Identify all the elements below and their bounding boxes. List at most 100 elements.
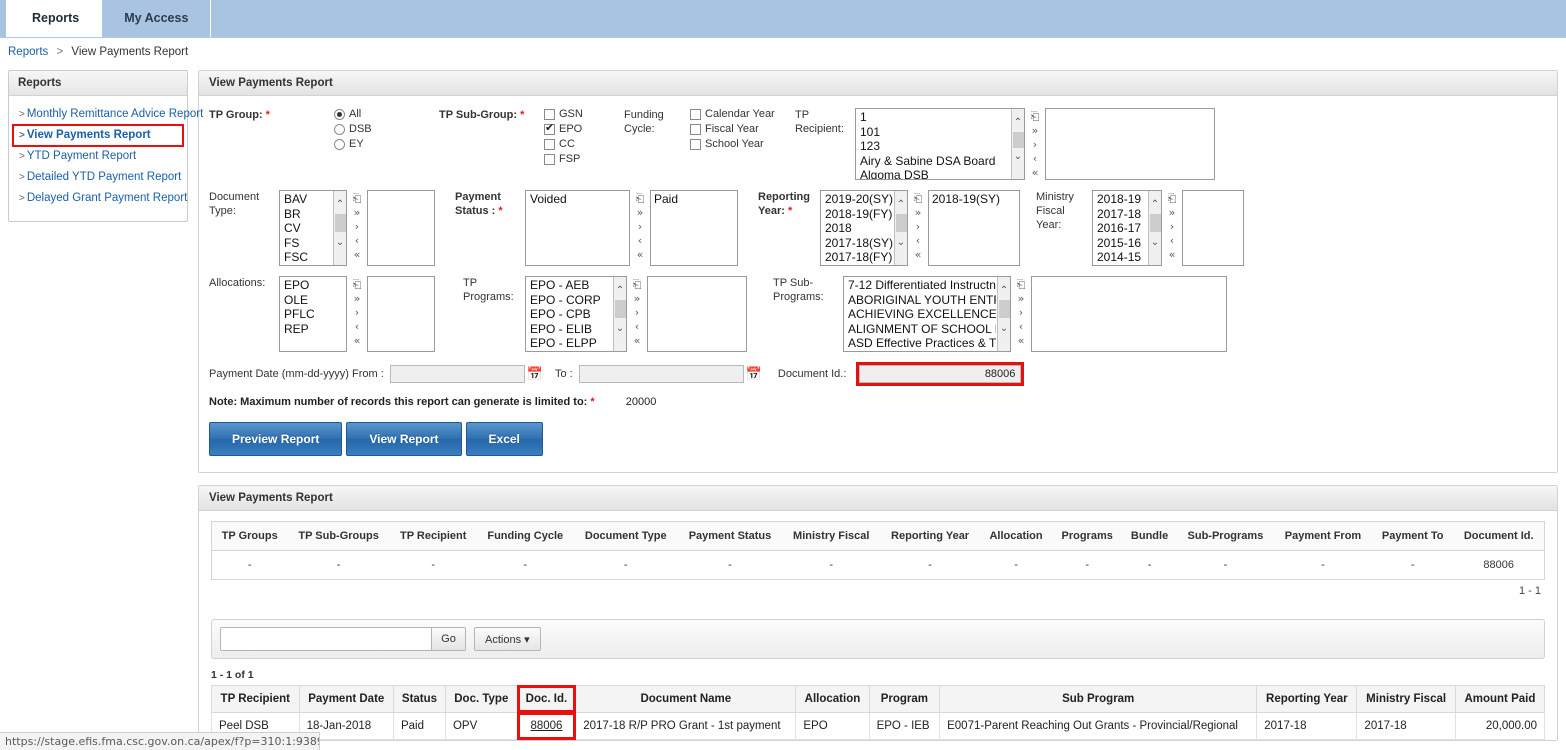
move-right-icon[interactable]: › (629, 306, 645, 319)
vertical-scrollbar[interactable]: ⌃ ⌄ (997, 277, 1010, 351)
reporting-year-available-list[interactable]: 2019-20(SY) 2018-19(FY) 2018 2017-18(SY)… (820, 190, 908, 266)
move-right-icon[interactable]: › (1027, 138, 1043, 151)
list-item[interactable]: EPO - CPB (528, 307, 612, 322)
scrollbar-thumb[interactable] (999, 300, 1010, 318)
list-item[interactable]: 2019-20(SY) (823, 192, 893, 207)
column-header-allocation[interactable]: Allocation (796, 686, 869, 713)
reset-icon[interactable]: ⎗ (1027, 110, 1043, 123)
tp-recipient-selected-list[interactable] (1045, 108, 1215, 180)
preview-report-button[interactable]: Preview Report (209, 422, 342, 456)
funding-cycle-option-fiscal-year[interactable]: Fiscal Year (690, 123, 795, 135)
scrollbar-thumb[interactable] (1013, 132, 1024, 148)
actions-button[interactable]: Actions ▾ (474, 627, 541, 651)
move-left-icon[interactable]: ‹ (349, 320, 365, 333)
list-item[interactable]: 2017-18(FY) (823, 250, 893, 265)
move-right-icon[interactable]: › (1013, 306, 1029, 319)
column-header-ministry-fiscal[interactable]: Ministry Fiscal (1357, 686, 1455, 713)
column-header-doc-id[interactable]: Doc. Id. (517, 686, 576, 713)
vertical-scrollbar[interactable]: ⌃ ⌄ (1011, 109, 1024, 179)
move-right-icon[interactable]: › (349, 306, 365, 319)
document-type-selected-list[interactable] (367, 190, 435, 266)
scroll-up-arrow-icon[interactable]: ⌃ (616, 285, 624, 297)
move-all-left-icon[interactable]: « (349, 334, 365, 347)
scroll-down-arrow-icon[interactable]: ⌄ (336, 237, 344, 249)
list-item[interactable]: Airy & Sabine DSA Board (858, 154, 1010, 169)
list-item[interactable]: 2016-17 (1095, 221, 1147, 236)
list-item[interactable]: ASD Effective Practices & Trai (846, 336, 996, 351)
column-header-reporting-year[interactable]: Reporting Year (1257, 686, 1357, 713)
scroll-down-arrow-icon[interactable]: ⌄ (1014, 151, 1022, 163)
scroll-down-arrow-icon[interactable]: ⌄ (1000, 323, 1008, 335)
go-button[interactable]: Go (431, 628, 465, 650)
list-item[interactable]: ABORIGINAL YOUTH ENTRE (846, 293, 996, 308)
reset-icon[interactable]: ⎗ (629, 278, 645, 291)
scroll-up-arrow-icon[interactable]: ⌃ (1014, 117, 1022, 129)
tp-sub-group-option-cc[interactable]: CC (544, 138, 624, 150)
column-header-tp-recipient[interactable]: TP Recipient (212, 686, 300, 713)
column-header-doc-type[interactable]: Doc. Type (445, 686, 517, 713)
reset-icon[interactable]: ⎗ (1164, 192, 1180, 205)
list-item[interactable]: 2017 (823, 265, 893, 267)
list-item[interactable]: REP (282, 322, 346, 337)
scroll-up-arrow-icon[interactable]: ⌃ (897, 199, 905, 211)
vertical-scrollbar[interactable]: ⌃ ⌄ (333, 191, 346, 265)
list-item[interactable]: PFLC (282, 307, 346, 322)
reset-icon[interactable]: ⎗ (349, 278, 365, 291)
move-all-left-icon[interactable]: « (910, 248, 926, 261)
list-item[interactable]: 2017-18 (1095, 207, 1147, 222)
funding-cycle-option-calendar-year[interactable]: Calendar Year (690, 108, 795, 120)
sidebar-item-monthly-remittance-advice-report[interactable]: >Monthly Remittance Advice Report (13, 104, 183, 125)
list-item[interactable]: 2018-19(SY) (932, 192, 1016, 207)
move-all-right-icon[interactable]: » (1164, 206, 1180, 219)
column-header-program[interactable]: Program (869, 686, 940, 713)
tp-sub-programs-selected-list[interactable] (1031, 276, 1227, 352)
list-item[interactable]: 1 (858, 110, 1010, 125)
list-item[interactable]: 123 (858, 139, 1010, 154)
move-all-left-icon[interactable]: « (632, 248, 648, 261)
move-all-right-icon[interactable]: » (632, 206, 648, 219)
move-all-left-icon[interactable]: « (1027, 166, 1043, 179)
move-all-right-icon[interactable]: » (1013, 292, 1029, 305)
list-item[interactable]: OLE (282, 293, 346, 308)
move-right-icon[interactable]: › (910, 220, 926, 233)
tp-sub-group-option-gsn[interactable]: GSN (544, 108, 624, 120)
move-left-icon[interactable]: ‹ (632, 234, 648, 247)
list-item[interactable]: 2015-16 (1095, 236, 1147, 251)
move-all-left-icon[interactable]: « (1164, 248, 1180, 261)
reporting-year-selected-list[interactable]: 2018-19(SY) (928, 190, 1020, 266)
sidebar-item-delayed-grant-payment-report[interactable]: >Delayed Grant Payment Report (13, 188, 183, 209)
scrollbar-thumb[interactable] (615, 300, 626, 318)
payment-status-available-list[interactable]: Voided (525, 190, 630, 266)
column-header-amount-paid[interactable]: Amount Paid (1455, 686, 1544, 713)
tp-sub-group-option-fsp[interactable]: FSP (544, 153, 624, 165)
document-id-input[interactable]: 88006 (859, 365, 1021, 383)
calendar-icon[interactable]: 📅 (746, 366, 762, 382)
move-all-left-icon[interactable]: « (1013, 334, 1029, 347)
tp-recipient-available-list[interactable]: 1 101 123 Airy & Sabine DSA Board Algoma… (855, 108, 1025, 180)
move-left-icon[interactable]: ‹ (1027, 152, 1043, 165)
search-input[interactable] (221, 628, 431, 650)
funding-cycle-option-school-year[interactable]: School Year (690, 138, 795, 150)
scrollbar-thumb[interactable] (896, 214, 907, 232)
tp-sub-programs-available-list[interactable]: 7-12 Differentiated Instructn ABORIGINAL… (843, 276, 1011, 352)
ministry-fiscal-year-available-list[interactable]: 2018-19 2017-18 2016-17 2015-16 2014-15 … (1092, 190, 1162, 266)
list-item[interactable]: 2013-14 (1095, 265, 1147, 267)
scroll-up-arrow-icon[interactable]: ⌃ (1151, 199, 1159, 211)
sidebar-item-detailed-ytd-payment-report[interactable]: >Detailed YTD Payment Report (13, 167, 183, 188)
scroll-down-arrow-icon[interactable]: ⌄ (897, 237, 905, 249)
tab-reports[interactable]: Reports (10, 0, 102, 37)
scroll-down-arrow-icon[interactable]: ⌄ (1151, 237, 1159, 249)
move-all-right-icon[interactable]: » (629, 292, 645, 305)
move-left-icon[interactable]: ‹ (629, 320, 645, 333)
reset-icon[interactable]: ⎗ (632, 192, 648, 205)
move-right-icon[interactable]: › (1164, 220, 1180, 233)
scrollbar-thumb[interactable] (335, 214, 346, 232)
move-left-icon[interactable]: ‹ (1164, 234, 1180, 247)
list-item[interactable]: Algoma DSB (858, 168, 1010, 180)
column-header-payment-date[interactable]: Payment Date (299, 686, 393, 713)
tp-programs-selected-list[interactable] (647, 276, 747, 352)
tp-programs-available-list[interactable]: EPO - AEB EPO - CORP EPO - CPB EPO - ELI… (525, 276, 627, 352)
list-item[interactable]: OPV (282, 265, 332, 267)
vertical-scrollbar[interactable]: ⌃ ⌄ (1148, 191, 1161, 265)
calendar-icon[interactable]: 📅 (527, 366, 543, 382)
